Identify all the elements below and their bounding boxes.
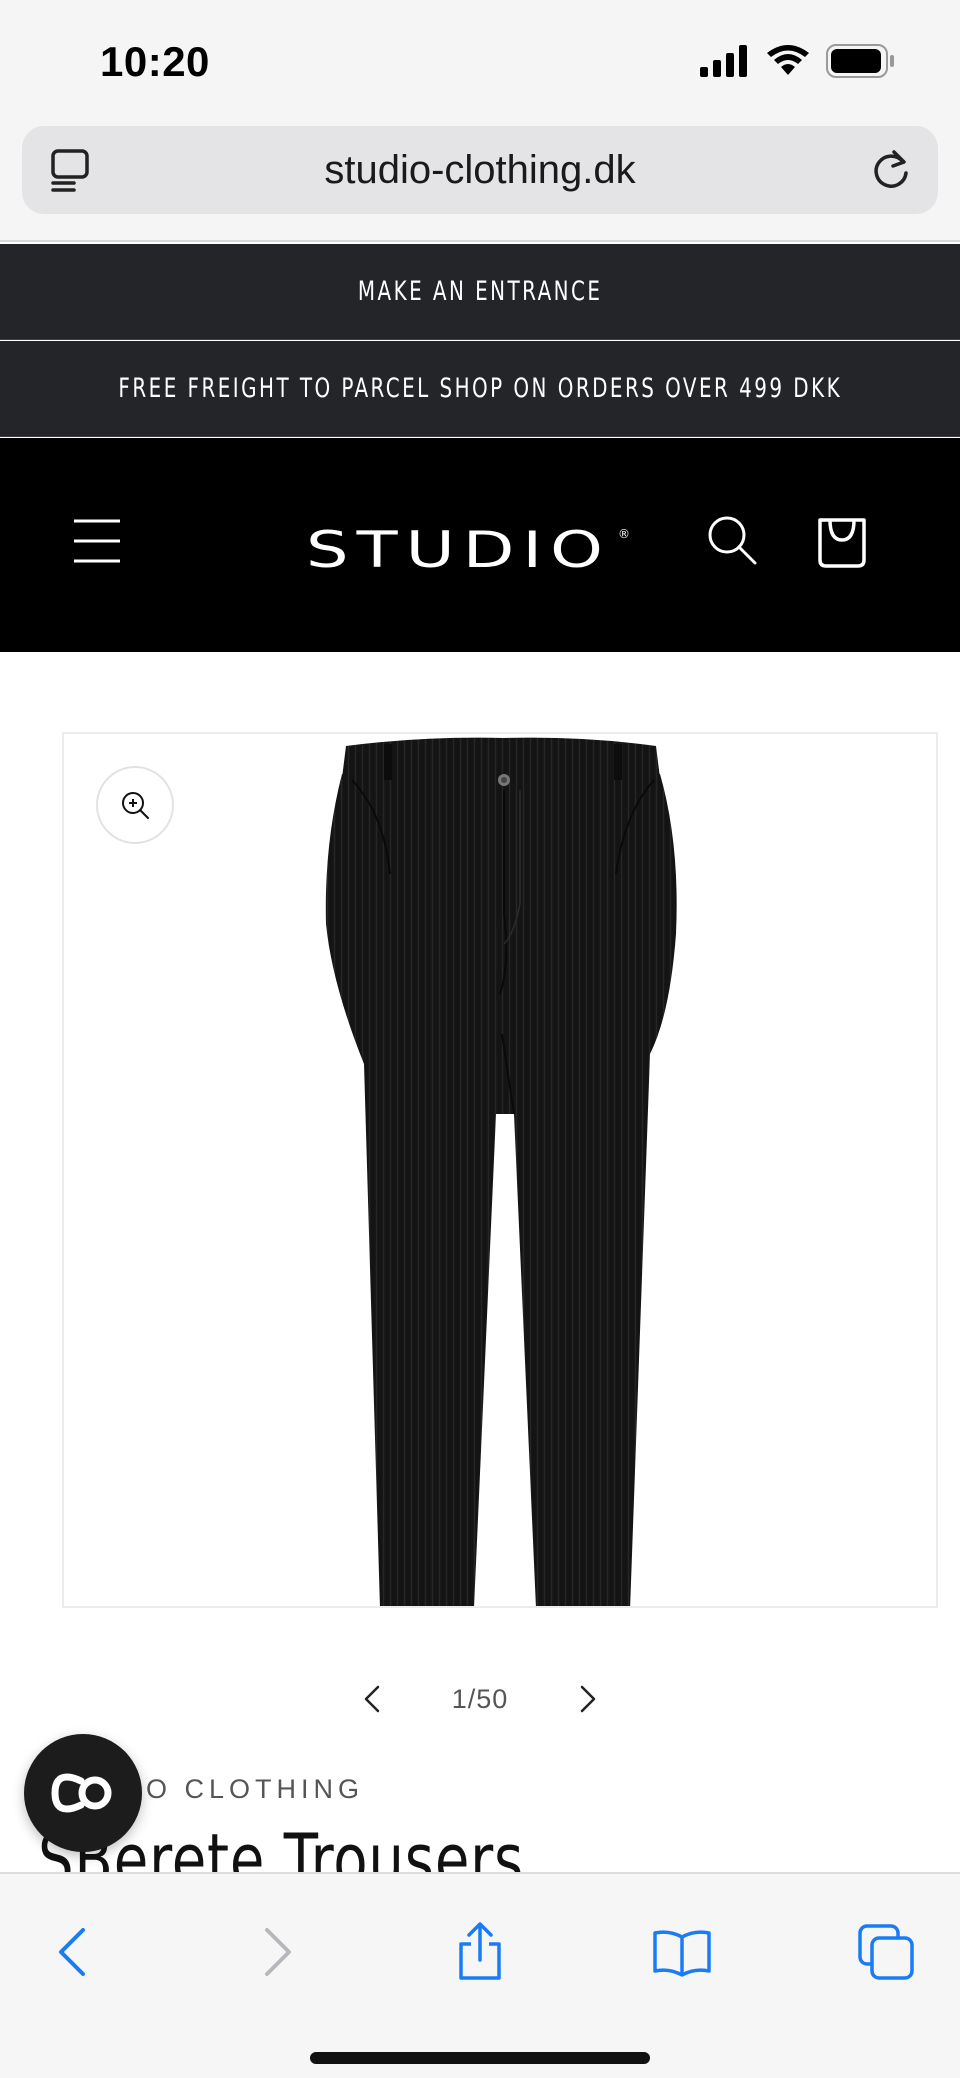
browser-toolbar [0, 1872, 960, 2078]
announcement-text-2: FREE FREIGHT TO PARCEL SHOP ON ORDERS OV… [118, 373, 842, 404]
product-gallery[interactable] [62, 732, 938, 1608]
bookmarks-button[interactable] [642, 1912, 722, 1992]
cart-icon[interactable] [814, 508, 870, 570]
chat-icon [51, 1773, 112, 1813]
previous-slide-button[interactable] [352, 1676, 392, 1722]
share-button[interactable] [440, 1912, 520, 1992]
chevron-right-icon [580, 1685, 596, 1713]
back-button[interactable] [32, 1912, 112, 1992]
logo-text: STUDIO [306, 521, 611, 579]
bookmarks-icon [653, 1930, 711, 1977]
announcement-text-1: MAKE AN ENTRANCE [357, 276, 603, 307]
product-image-trousers[interactable] [324, 734, 684, 1608]
menu-icon[interactable] [72, 518, 122, 564]
browser-address-area: studio-clothing.dk [0, 120, 960, 242]
battery-icon [826, 44, 894, 78]
cellular-signal-icon [700, 45, 747, 77]
chevron-left-icon [364, 1685, 380, 1713]
tabs-button[interactable] [846, 1912, 926, 1992]
back-icon [59, 1928, 85, 1976]
url-text[interactable]: studio-clothing.dk [22, 148, 938, 193]
announcement-bar-1: MAKE AN ENTRANCE [0, 244, 960, 340]
reload-icon[interactable] [870, 148, 912, 192]
forward-button[interactable] [238, 1912, 318, 1992]
announcement-bar-2: FREE FREIGHT TO PARCEL SHOP ON ORDERS OV… [0, 341, 960, 437]
zoom-button[interactable] [96, 766, 174, 844]
chat-button[interactable] [24, 1734, 142, 1852]
status-time: 10:20 [100, 38, 210, 85]
zoom-in-icon [122, 792, 149, 819]
slide-counter: 1/50 [451, 1684, 509, 1714]
tabs-icon [858, 1924, 914, 1980]
logo-registered-mark: ® [618, 527, 630, 541]
forward-icon [265, 1928, 291, 1976]
site-header: STUDIO ® [0, 438, 960, 652]
next-slide-button[interactable] [568, 1676, 608, 1722]
home-indicator[interactable] [310, 2052, 650, 2064]
wifi-icon [767, 45, 809, 75]
studio-logo[interactable]: STUDIO ® [306, 510, 636, 580]
address-bar[interactable]: studio-clothing.dk [22, 126, 938, 214]
search-icon[interactable] [706, 514, 758, 566]
status-icons [700, 44, 896, 78]
share-icon [459, 1922, 501, 1980]
status-bar: 10:20 [0, 0, 960, 120]
gallery-slider-controls: 1/50 [0, 1670, 960, 1730]
